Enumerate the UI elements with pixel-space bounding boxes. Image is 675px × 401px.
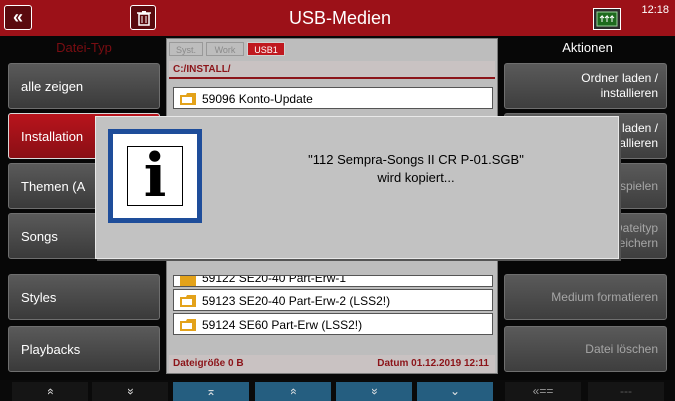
button-label: --- xyxy=(620,384,632,398)
list-item[interactable]: 59096 Konto-Update xyxy=(173,87,493,109)
item-label: 59122 SE20-40 Part-Erw-1 xyxy=(202,275,347,285)
trash-button[interactable] xyxy=(130,5,156,30)
load-folder-button[interactable]: Ordner laden / installieren xyxy=(504,63,667,109)
trash-icon xyxy=(137,11,151,26)
back-button[interactable]: « xyxy=(4,5,32,30)
file-size: Dateigröße 0 B xyxy=(173,358,244,369)
usb-status-icon xyxy=(593,8,621,30)
page-up-button[interactable]: « xyxy=(12,382,88,401)
tab-system[interactable]: Syst. xyxy=(169,42,203,56)
copy-dialog: i "112 Sempra-Songs II CR P-01.SGB" wird… xyxy=(95,116,619,259)
item-label: 59123 SE20-40 Part-Erw-2 (LSS2!) xyxy=(202,294,391,308)
unused-button[interactable]: --- xyxy=(588,382,664,401)
dialog-status: wird kopiert... xyxy=(377,170,455,185)
scroll-down-button[interactable]: » xyxy=(336,382,412,401)
filter-playbacks-button[interactable]: Playbacks xyxy=(8,326,160,372)
double-up-icon: « xyxy=(43,388,58,395)
actions-header: Aktionen xyxy=(562,40,613,55)
jump-top-icon: ⌅ xyxy=(205,384,217,398)
back-level-icon: «== xyxy=(532,384,554,398)
status-bar: Dateigröße 0 B Datum 01.12.2019 12:11 xyxy=(169,355,495,373)
dialog-message: "112 Sempra-Songs II CR P-01.SGB" wird k… xyxy=(226,151,606,187)
clock: 12:18 xyxy=(641,4,669,16)
file-date: Datum 01.12.2019 12:11 xyxy=(377,358,489,369)
double-up-icon: « xyxy=(286,388,301,395)
dialog-filename: "112 Sempra-Songs II CR P-01.SGB" xyxy=(308,152,524,167)
file-type-header: Datei-Typ xyxy=(56,40,112,55)
folder-icon xyxy=(180,319,196,331)
current-path: C:/INSTALL/ xyxy=(169,61,495,79)
tab-usb1[interactable]: USB1 xyxy=(247,42,285,56)
button-label: Styles xyxy=(21,289,57,305)
info-icon: i xyxy=(108,129,202,223)
jump-top-button[interactable]: ⌅ xyxy=(173,382,249,401)
tab-work[interactable]: Work xyxy=(206,42,244,56)
button-label: Ordner laden / installieren xyxy=(581,71,658,100)
delete-file-button[interactable]: Datei löschen xyxy=(504,326,667,372)
jump-bottom-icon: ⌄ xyxy=(449,384,461,398)
button-label: Datei löschen xyxy=(585,341,658,356)
button-label: alle zeigen xyxy=(21,78,84,94)
jump-bottom-button[interactable]: ⌄ xyxy=(417,382,493,401)
page-down-button[interactable]: » xyxy=(92,382,168,401)
list-item[interactable]: 59124 SE60 Part-Erw (LSS2!) xyxy=(173,313,493,335)
button-label: Playbacks xyxy=(21,341,81,357)
page-title: USB-Medien xyxy=(288,8,392,28)
item-label: 59124 SE60 Part-Erw (LSS2!) xyxy=(202,318,363,332)
scroll-up-button[interactable]: « xyxy=(255,382,331,401)
item-label: 59096 Konto-Update xyxy=(202,92,313,106)
back-icon: « xyxy=(12,7,23,27)
filter-styles-button[interactable]: Styles xyxy=(8,274,160,320)
back-level-button[interactable]: «== xyxy=(505,382,581,401)
button-label: Songs xyxy=(21,228,58,244)
button-label: Medium formatieren xyxy=(551,289,658,304)
double-down-icon: » xyxy=(367,388,382,395)
folder-icon xyxy=(180,276,196,286)
double-down-icon: » xyxy=(123,388,138,395)
folder-icon xyxy=(180,93,196,105)
info-letter: i xyxy=(143,141,167,211)
filter-show-all-button[interactable]: alle zeigen xyxy=(8,63,160,109)
button-label: Installation xyxy=(21,128,84,144)
list-item[interactable]: 59123 SE20-40 Part-Erw-2 (LSS2!) xyxy=(173,289,493,311)
folder-icon xyxy=(180,295,196,307)
button-label: Themen (A xyxy=(21,178,86,194)
format-medium-button[interactable]: Medium formatieren xyxy=(504,274,667,320)
list-item[interactable]: 59122 SE20-40 Part-Erw-1 xyxy=(173,275,493,287)
